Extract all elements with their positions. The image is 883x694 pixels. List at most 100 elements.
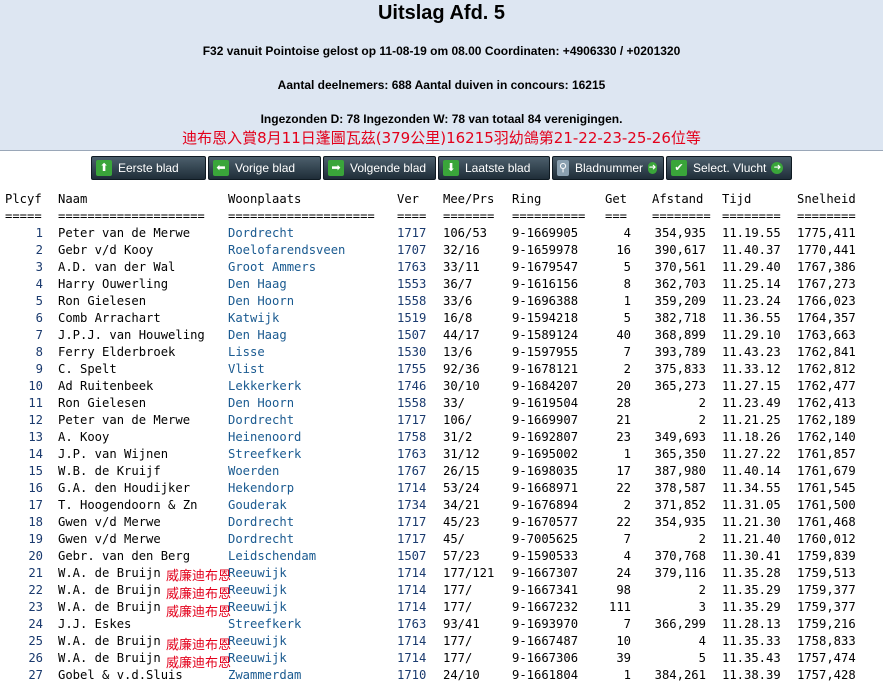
cell-name: J.P.J. van Houweling [58, 328, 205, 342]
cell-entered: 13/6 [443, 345, 473, 359]
cell-club: 1763 [397, 260, 427, 274]
entries-info: Ingezonden D: 78 Ingezonden W: 78 van to… [260, 112, 623, 126]
cell-time: 11.35.29 [722, 583, 781, 597]
search-icon: ⚲ [557, 160, 569, 176]
cell-town: Den Haag [228, 328, 287, 342]
cell-time: 11.35.28 [722, 566, 781, 580]
cell-place: 7 [35, 328, 43, 342]
cell-name: W.A. de Bruijn [58, 651, 161, 665]
select-flight-button[interactable]: ✔ Select. Vlucht ➜ [666, 156, 792, 180]
cell-entered: 177/ [443, 600, 473, 614]
table-row: 25 W.A. de Bruijn Reeuwijk 1714 177/9-166748… [0, 633, 883, 650]
cell-marked: 22 [616, 481, 631, 495]
cell-place: 20 [28, 549, 43, 563]
check-icon: ✔ [671, 160, 687, 176]
cell-ring: 9-1669905 [512, 226, 579, 240]
arrow-left-icon: ⬅ [213, 160, 229, 176]
table-row: 15 W.B. de Kruijf Woerden 1767 26/15 9-169803… [0, 463, 883, 480]
column-club: ==== [397, 209, 427, 223]
arrow-up-icon: ⬆ [96, 160, 112, 176]
cell-time: 11.43.23 [722, 345, 781, 359]
table-header-row: Plcyf Naam Woonplaats Ver Mee/Prs Ring Get Afst… [0, 191, 883, 208]
cell-place: 27 [28, 668, 43, 682]
cell-name: Gobel & v.d.Sluis [58, 668, 183, 682]
previous-page-button[interactable]: ⬅ Vorige blad [208, 156, 321, 180]
cell-name: W.A. de Bruijn [58, 566, 161, 580]
cell-speed: 1759,216 [797, 617, 856, 631]
cell-entered: 44/17 [443, 328, 480, 342]
last-page-button[interactable]: ⬇ Laatste blad [438, 156, 550, 180]
cell-distance: 384,261 [654, 668, 706, 682]
cell-speed: 1757,474 [797, 651, 856, 665]
table-row: 13 A. Kooy Heinenoord 1758 31/2 9-1692807 23 34… [0, 429, 883, 446]
column-place: Plcyf [5, 192, 42, 206]
cell-marked: 111 [608, 600, 631, 614]
cell-distance: 371,852 [654, 498, 706, 512]
cell-ring: 9-1667232 [512, 600, 579, 614]
cell-town: Groot Ammers [228, 260, 317, 274]
flight-info: F32 vanuit Pointoise gelost op 11-08-19 … [202, 44, 681, 58]
table-row: 10 Ad Ruitenbeek Lekkerkerk 1746 30/10 9-1684… [0, 378, 883, 395]
column-speed: Snelheid [797, 192, 856, 206]
cell-ring: 9-1589124 [512, 328, 579, 342]
cell-town: Den Hoorn [228, 294, 295, 308]
cell-ring: 9-1667307 [512, 566, 579, 580]
cell-name: Harry Ouwerling [58, 277, 169, 291]
cell-ring: 9-1667487 [512, 634, 579, 648]
cell-town: Dordrecht [228, 532, 295, 546]
cell-distance: 370,561 [654, 260, 706, 274]
cell-ring: 9-1678121 [512, 362, 579, 376]
cell-time: 11.21.40 [722, 532, 781, 546]
next-page-button[interactable]: ➡ Volgende blad [323, 156, 436, 180]
cell-name: W.A. de Bruijn [58, 634, 161, 648]
cell-club: 1707 [397, 243, 427, 257]
cell-distance: 2 [698, 413, 706, 427]
cell-town: Reeuwijk [228, 600, 287, 614]
cell-distance: 368,899 [654, 328, 706, 342]
cell-club: 1507 [397, 549, 427, 563]
cell-place: 2 [35, 243, 43, 257]
cell-club: 1558 [397, 294, 427, 308]
cell-place: 9 [35, 362, 43, 376]
cell-marked: 5 [623, 311, 631, 325]
cell-entered: 92/36 [443, 362, 480, 376]
cell-distance: 390,617 [654, 243, 706, 257]
cell-distance: 366,299 [654, 617, 706, 631]
cell-speed: 1762,812 [797, 362, 856, 376]
cell-time: 11.23.24 [722, 294, 781, 308]
cell-club: 1558 [397, 396, 427, 410]
table-row: 3 A.D. van der Wal Groot Ammers 1763 33/11 9-… [0, 259, 883, 276]
cell-marked: 16 [616, 243, 631, 257]
cell-place: 16 [28, 481, 43, 495]
first-page-label: Eerste blad [118, 161, 179, 175]
cell-town: Reeuwijk [228, 566, 287, 580]
cell-time: 11.31.05 [722, 498, 781, 512]
cell-place: 21 [28, 566, 43, 580]
navigation-toolbar: ⬆ Eerste blad ⬅ Vorige blad ➡ Volgende b… [0, 156, 883, 182]
cell-speed: 1759,377 [797, 583, 856, 597]
cell-entered: 33/6 [443, 294, 473, 308]
cell-marked: 4 [623, 549, 631, 563]
overlay-annotation: 威廉迪布恩 [166, 569, 232, 584]
cell-name: W.A. de Bruijn [58, 583, 161, 597]
cell-distance: 379,116 [654, 566, 706, 580]
table-row: 12 Peter van de Merwe Dordrecht 1717 106/9-1… [0, 412, 883, 429]
cell-place: 22 [28, 583, 43, 597]
cell-ring: 9-1659978 [512, 243, 579, 257]
cell-club: 1714 [397, 481, 427, 495]
column-marked: === [605, 209, 628, 223]
column-entered: ======= [443, 209, 495, 223]
cell-time: 11.34.55 [722, 481, 781, 495]
cell-town: Hekendorp [228, 481, 295, 495]
cell-town: Vlist [228, 362, 265, 376]
cell-ring: 9-1597955 [512, 345, 579, 359]
cell-name: Gwen v/d Merwe [58, 515, 161, 529]
cell-place: 12 [28, 413, 43, 427]
first-page-button[interactable]: ⬆ Eerste blad [91, 156, 206, 180]
overlay-annotation: 威廉迪布恩 [166, 605, 232, 620]
cell-distance: 354,935 [654, 515, 706, 529]
cell-club: 1714 [397, 583, 427, 597]
page-number-button[interactable]: ⚲ Bladnummer ➜ [552, 156, 664, 180]
cell-distance: 2 [698, 532, 706, 546]
cell-ring: 9-1667341 [512, 583, 579, 597]
